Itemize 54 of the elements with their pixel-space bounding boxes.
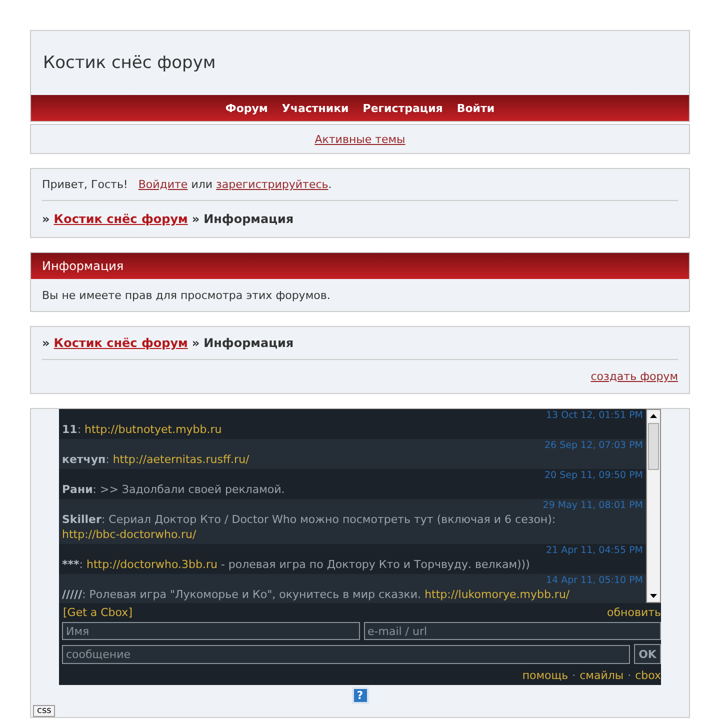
info-title: Информация xyxy=(31,253,689,279)
message-link[interactable]: http://bbc-doctorwho.ru/ xyxy=(62,528,196,541)
message-text: /////: Ролевая игра "Лукоморье и Ко", окунитесь в мир сказки. http://lukomorye.mybb.ru/ xyxy=(62,587,571,602)
breadcrumb-separator: » xyxy=(42,336,50,350)
register-link[interactable]: зарегистрируйтесь xyxy=(216,178,328,191)
login-link[interactable]: Войдите xyxy=(138,178,188,191)
breadcrumb-separator: » xyxy=(192,212,200,226)
message-date: 14 Apr 11, 05:10 PM xyxy=(544,575,643,587)
info-message: Вы не имеете прав для просмотра этих форумов. xyxy=(42,288,330,302)
refresh-link[interactable]: обновить xyxy=(607,606,661,618)
message-text: Рани: >> Задолбали своей рекламой. xyxy=(62,482,286,497)
create-forum-link[interactable]: создать форум xyxy=(590,370,678,383)
link-separator: · xyxy=(628,669,632,682)
email-field[interactable]: e-mail / url xyxy=(364,622,661,640)
nav-link[interactable]: Регистрация xyxy=(362,102,443,114)
message-date: 21 Apr 11, 04:55 PM xyxy=(544,545,643,557)
or-text: или xyxy=(191,178,213,191)
greeting-text: Привет, Гость! xyxy=(42,178,128,191)
message-text: Skiller: Сериал Доктор Кто / Doctor Who можно посмотреть тут (включая и 6 сезон): http://bbc-doctorwho.ru/ xyxy=(62,512,557,542)
css-button[interactable]: css xyxy=(33,705,56,717)
message-link[interactable]: http://doctorwho.3bb.ru xyxy=(86,558,218,571)
scrollbar-thumb[interactable] xyxy=(648,423,659,470)
scrollbar[interactable] xyxy=(646,409,661,603)
message-text: 11: http://butnotyet.mybb.ru xyxy=(62,422,223,437)
message-text: ***: http://doctorwho.3bb.ru - ролевая игра по Доктору Кто и Торчвуду. велкам))) xyxy=(62,557,531,572)
active-topics-link[interactable]: Активные темы xyxy=(314,132,406,146)
breadcrumb-separator: » xyxy=(42,212,50,226)
message-text: кетчуп: http://aeternitas.rusff.ru/ xyxy=(62,452,250,467)
message-date: 20 Sep 11, 09:50 PM xyxy=(544,470,643,482)
footer-link[interactable]: помощь xyxy=(522,669,568,682)
message-date: 26 Sep 12, 07:03 PM xyxy=(544,440,643,452)
message-link[interactable]: http://lukomorye.mybb.ru/ xyxy=(424,588,570,601)
forum-link[interactable]: Костик снёс форум xyxy=(54,336,188,350)
message-link[interactable]: http://aeternitas.rusff.ru/ xyxy=(112,453,250,466)
forum-link[interactable]: Костик снёс форум xyxy=(54,212,188,226)
get-cbox-link[interactable]: [Get a Cbox] xyxy=(63,606,132,618)
period-text: . xyxy=(328,178,332,191)
breadcrumb-current: Информация xyxy=(204,336,294,350)
nav-link[interactable]: Участники xyxy=(282,102,349,114)
message-field[interactable]: сообщение xyxy=(62,644,630,664)
name-field[interactable]: Имя xyxy=(62,622,360,640)
link-separator: · xyxy=(572,669,576,682)
help-button[interactable]: ? xyxy=(352,687,368,704)
forum-title: Костик снёс форум xyxy=(43,53,216,73)
message-date: 13 Oct 12, 01:51 PM xyxy=(544,410,643,422)
message-date: 29 May 11, 08:01 PM xyxy=(542,500,643,512)
nav-link[interactable]: Войти xyxy=(456,102,495,114)
footer-link[interactable]: смайлы xyxy=(580,669,624,682)
nav-link[interactable]: Форум xyxy=(225,102,268,114)
breadcrumb-current: Информация xyxy=(204,212,294,226)
footer-link[interactable]: cbox xyxy=(635,669,661,682)
ok-button[interactable]: OK xyxy=(634,644,661,664)
breadcrumb-separator: » xyxy=(192,336,200,350)
message-link[interactable]: http://butnotyet.mybb.ru xyxy=(84,423,222,436)
